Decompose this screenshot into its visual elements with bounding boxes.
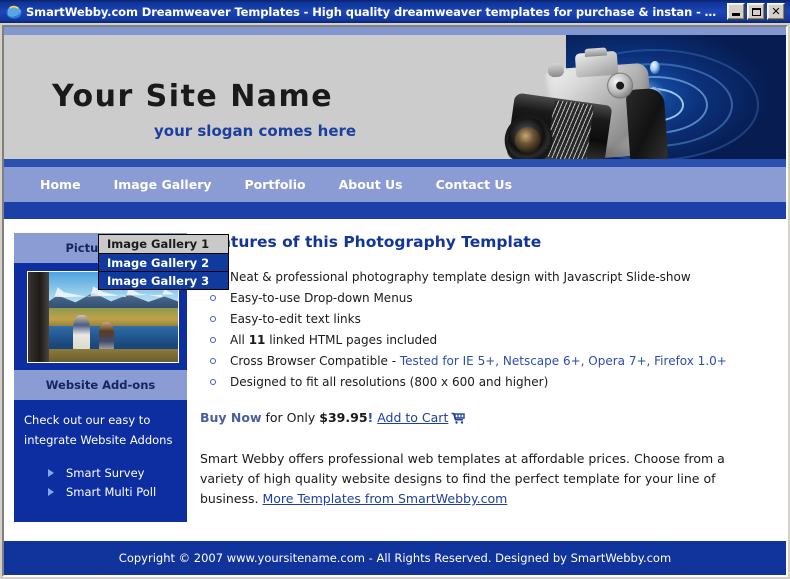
- nav-item-portfolio[interactable]: Portfolio: [245, 177, 306, 192]
- page-title: Features of this Photography Template: [200, 233, 542, 251]
- minimize-button[interactable]: [727, 3, 745, 20]
- browser-window: SmartWebby.com Dreamweaver Templates - H…: [0, 0, 790, 579]
- photo-angler-2: [98, 322, 114, 353]
- close-icon: ✕: [771, 4, 781, 18]
- maximize-icon: [751, 7, 761, 16]
- close-button[interactable]: ✕: [767, 3, 785, 20]
- feature-text: Easy-to-edit text links: [230, 312, 361, 326]
- list-item: All 11 linked HTML pages included: [206, 332, 770, 348]
- for-only-label: for Only: [261, 410, 320, 425]
- camera-hotshoe: [584, 47, 607, 57]
- sidebar-addons-heading: Website Add-ons: [14, 370, 187, 400]
- arrow-right-icon: [48, 469, 54, 477]
- banner-bottom-stripe: [4, 159, 786, 167]
- feature-count: 11: [248, 333, 266, 347]
- maximize-button[interactable]: [747, 3, 765, 20]
- dropdown-item-image-gallery-1[interactable]: Image Gallery 1: [99, 235, 228, 253]
- shopping-cart-icon[interactable]: [451, 412, 466, 427]
- photo-angler-1: [73, 315, 90, 352]
- price-label: $39.95: [319, 410, 368, 425]
- description-paragraph: Smart Webby offers professional web temp…: [200, 449, 748, 509]
- banner-top-stripe: [4, 27, 786, 35]
- nav-item-about-us[interactable]: About Us: [339, 177, 403, 192]
- sidebar-link-smart-survey[interactable]: Smart Survey: [66, 466, 144, 480]
- site-name: Your Site Name: [52, 79, 334, 114]
- list-item: Cross Browser Compatible - Tested for IE…: [206, 353, 770, 369]
- exclamation-mark: !: [367, 410, 374, 425]
- web-page: Your Site Name your slogan comes here Ho…: [4, 27, 786, 575]
- dropdown-item-image-gallery-3[interactable]: Image Gallery 3: [99, 271, 228, 289]
- arrow-right-icon: [48, 488, 54, 496]
- buy-now-link[interactable]: Buy Now: [200, 410, 262, 425]
- list-item[interactable]: Smart Survey: [24, 466, 177, 480]
- window-title: SmartWebby.com Dreamweaver Templates - H…: [26, 4, 727, 19]
- more-templates-link[interactable]: More Templates from SmartWebby.com: [262, 491, 507, 506]
- nav-item-home[interactable]: Home: [40, 177, 81, 192]
- main-navigation: Home Image Gallery Portfolio About Us Co…: [4, 167, 786, 202]
- purchase-row: Buy Now for Only $39.95! Add to Cart: [200, 410, 770, 425]
- site-banner: Your Site Name your slogan comes here: [4, 27, 786, 167]
- list-item[interactable]: Smart Multi Poll: [24, 485, 177, 499]
- nav-item-contact-us[interactable]: Contact Us: [436, 177, 512, 192]
- minimize-icon: [732, 13, 740, 16]
- list-item: Easy-to-edit text links: [206, 311, 770, 327]
- nav-underline-bar: [4, 202, 786, 219]
- image-gallery-dropdown-menu: Image Gallery 1 Image Gallery 2 Image Ga…: [98, 234, 229, 290]
- feature-browsers: Tested for IE 5+, Netscape 6+, Opera 7+,…: [399, 354, 727, 368]
- page-footer: Copyright © 2007 www.yoursitename.com - …: [4, 541, 786, 575]
- camera-lens-grip-ring: [546, 99, 595, 163]
- internet-explorer-icon: [6, 4, 22, 20]
- list-item: Easy-to-use Drop-down Menus: [206, 290, 770, 306]
- dropdown-item-image-gallery-2[interactable]: Image Gallery 2: [99, 253, 228, 271]
- feature-text: Neat & professional photography template…: [230, 270, 691, 284]
- content-gap: [4, 219, 786, 233]
- feature-text-prefix: All: [230, 333, 249, 347]
- sidebar-addons-text: Check out our easy to integrate Website …: [24, 413, 173, 447]
- camera-grip: [625, 87, 670, 167]
- window-controls: ✕: [727, 3, 785, 20]
- site-slogan: your slogan comes here: [154, 122, 357, 140]
- camera-rewind-knob: [547, 62, 565, 78]
- camera-icon: [497, 43, 678, 167]
- sidebar-addons-list: Smart Survey Smart Multi Poll: [24, 466, 177, 499]
- feature-text: Designed to fit all resolutions (800 x 6…: [230, 375, 549, 389]
- feature-text: Easy-to-use Drop-down Menus: [230, 291, 413, 305]
- title-bar: SmartWebby.com Dreamweaver Templates - H…: [0, 0, 790, 23]
- sidebar-link-smart-multi-poll[interactable]: Smart Multi Poll: [66, 485, 156, 499]
- sidebar-addons-panel: Check out our easy to integrate Website …: [14, 400, 187, 522]
- list-item: Designed to fit all resolutions (800 x 6…: [206, 374, 770, 390]
- features-list: Neat & professional photography template…: [206, 269, 770, 390]
- add-to-cart-link[interactable]: Add to Cart: [377, 410, 448, 425]
- list-item: Neat & professional photography template…: [206, 269, 770, 285]
- photo-foreground-post: [28, 272, 49, 362]
- feature-text-prefix: Cross Browser Compatible -: [230, 354, 400, 368]
- nav-item-image-gallery[interactable]: Image Gallery: [114, 177, 212, 192]
- feature-text-suffix: linked HTML pages included: [265, 333, 438, 347]
- browser-viewport: Your Site Name your slogan comes here Ho…: [2, 25, 788, 577]
- copyright-text: Copyright © 2007 www.yoursitename.com - …: [118, 551, 672, 565]
- main-content: Features of this Photography Template Ne…: [200, 233, 770, 509]
- photo-riverbank: [28, 349, 178, 362]
